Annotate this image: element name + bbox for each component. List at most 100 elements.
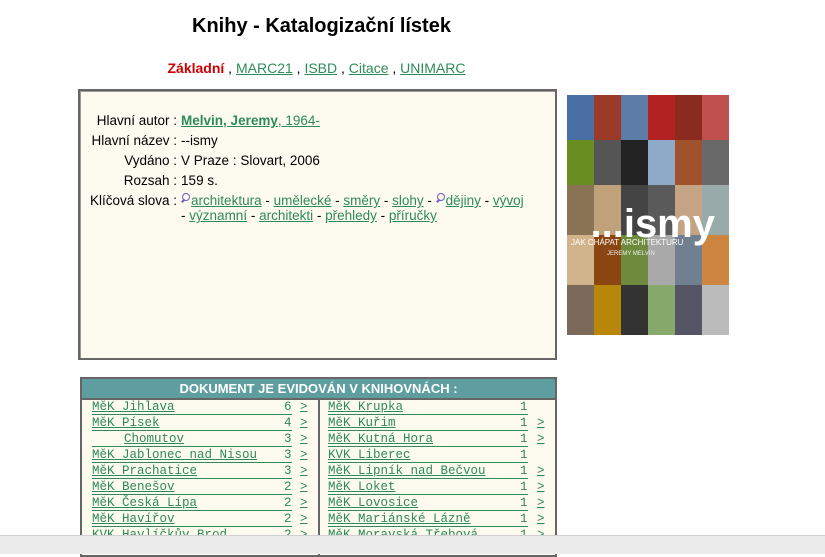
library-detail-link[interactable]: >	[300, 513, 308, 526]
library-link[interactable]: Chomutov	[92, 433, 292, 447]
library-row: MěK Havířov 2 >	[82, 512, 318, 528]
library-link[interactable]: MěK Jablonec nad Nisou	[92, 449, 292, 463]
published-label: Vydáno :	[124, 153, 178, 168]
library-row: MěK Jihlava 6 >	[82, 400, 318, 416]
library-detail-link[interactable]: >	[300, 433, 308, 446]
extent-label: Rozsah :	[123, 173, 178, 188]
library-row: MěK Jablonec nad Nisou 3 >	[82, 448, 318, 464]
copies-count: 2	[284, 512, 292, 526]
svg-text:JAK CHÁPAT ARCHITEKTURU: JAK CHÁPAT ARCHITEKTURU	[571, 238, 684, 247]
published-value: V Praze : Slovart, 2006	[181, 153, 320, 168]
copies-count: 3	[284, 432, 292, 446]
library-row: MěK Kutná Hora 1 >	[320, 432, 555, 448]
format-isbd-link[interactable]: ISBD	[304, 60, 337, 76]
copies-count: 2	[284, 480, 292, 494]
library-link[interactable]: MěK Lipník nad Bečvou	[328, 465, 528, 479]
catalog-record: Hlavní autor : Melvin, Jeremy, 1964- Hla…	[78, 89, 557, 360]
copies-count: 1	[520, 416, 528, 430]
holdings-left-column: MěK Jihlava 6 > MěK Písek 4 > Chomutov 3 > MěK…	[82, 400, 320, 555]
author-dates-link[interactable]: , 1964-	[278, 113, 320, 128]
keyword-link[interactable]: umělecké	[274, 193, 332, 208]
keyword-link[interactable]: směry	[343, 193, 380, 208]
library-link[interactable]: MěK Mariánské Lázně	[328, 513, 528, 527]
title-label: Hlavní název :	[91, 133, 178, 148]
copies-count: 2	[284, 496, 292, 510]
library-link[interactable]: MěK Kutná Hora	[328, 433, 528, 447]
library-detail-link[interactable]: >	[537, 481, 545, 494]
library-detail-link[interactable]: >	[300, 465, 308, 478]
copies-count: 1	[520, 496, 528, 510]
author-link[interactable]: Melvin, Jeremy	[181, 113, 278, 128]
format-citace-link[interactable]: Citace	[349, 60, 389, 76]
format-switcher: Základní , MARC21 , ISBD , Citace , UNIM…	[167, 60, 466, 76]
format-basic[interactable]: Základní	[168, 60, 225, 76]
svg-text:JEREMY MELVIN: JEREMY MELVIN	[607, 251, 655, 257]
search-icon[interactable]	[181, 193, 191, 203]
keyword-link[interactable]: příručky	[389, 208, 437, 223]
keyword-link[interactable]: významní	[189, 208, 247, 223]
library-link[interactable]: MěK Česká Lípa	[92, 497, 292, 511]
keyword-link[interactable]: slohy	[392, 193, 424, 208]
copies-count: 6	[284, 400, 292, 414]
library-row: MěK Česká Lípa 2 >	[82, 496, 318, 512]
copies-count: 1	[520, 448, 528, 462]
book-cover-image: ...ismy JAK CHÁPAT ARCHITEKTURU JEREMY M…	[567, 95, 729, 335]
copies-count: 3	[284, 448, 292, 462]
library-detail-link[interactable]: >	[537, 497, 545, 510]
library-detail-link[interactable]: >	[537, 417, 545, 430]
author-label: Hlavní autor :	[96, 113, 178, 128]
keyword-link[interactable]: dějiny	[446, 193, 481, 208]
library-row: MěK Písek 4 >	[82, 416, 318, 432]
holdings-right-column: MěK Krupka 1 MěK Kuřim 1 > MěK Kutná Hora 1 >…	[320, 400, 555, 544]
library-row: MěK Benešov 2 >	[82, 480, 318, 496]
library-detail-link[interactable]: >	[300, 497, 308, 510]
library-detail-link[interactable]: >	[300, 401, 308, 414]
copies-count: 4	[284, 416, 292, 430]
library-detail-link[interactable]: >	[300, 417, 308, 430]
library-link[interactable]: MěK Jihlava	[92, 401, 292, 415]
format-unimarc-link[interactable]: UNIMARC	[400, 60, 465, 76]
library-row: MěK Loket 1 >	[320, 480, 555, 496]
format-marc21-link[interactable]: MARC21	[236, 60, 293, 76]
search-icon[interactable]	[436, 193, 446, 203]
library-link[interactable]: MěK Prachatice	[92, 465, 292, 479]
library-detail-link[interactable]: >	[537, 513, 545, 526]
library-link[interactable]: MěK Krupka	[328, 401, 528, 415]
keyword-link[interactable]: architekti	[259, 208, 313, 223]
library-link[interactable]: MěK Lovosice	[328, 497, 528, 511]
keyword-link[interactable]: vývoj	[493, 193, 524, 208]
copies-count: 1	[520, 400, 528, 414]
copies-count: 1	[520, 480, 528, 494]
copies-count: 3	[284, 464, 292, 478]
library-row: MěK Kuřim 1 >	[320, 416, 555, 432]
library-row: MěK Mariánské Lázně 1 >	[320, 512, 555, 528]
extent-value: 159 s.	[181, 173, 218, 188]
library-detail-link[interactable]: >	[537, 465, 545, 478]
library-link[interactable]: MěK Písek	[92, 417, 292, 431]
holdings-panel: DOKUMENT JE EVIDOVÁN V KNIHOVNÁCH : MěK …	[80, 377, 557, 557]
library-row: MěK Krupka 1	[320, 400, 555, 416]
library-link[interactable]: MěK Loket	[328, 481, 528, 495]
library-row: Chomutov 3 >	[82, 432, 318, 448]
library-detail-link[interactable]: >	[300, 481, 308, 494]
copies-count: 1	[520, 512, 528, 526]
keywords-label: Klíčová slova :	[90, 193, 178, 208]
copies-count: 1	[520, 464, 528, 478]
library-link[interactable]: KVK Liberec	[328, 449, 528, 463]
library-row: MěK Lovosice 1 >	[320, 496, 555, 512]
library-row: KVK Liberec 1	[320, 448, 555, 464]
library-link[interactable]: MěK Kuřim	[328, 417, 528, 431]
horizontal-scrollbar[interactable]	[0, 535, 825, 554]
library-link[interactable]: MěK Benešov	[92, 481, 292, 495]
keyword-link[interactable]: přehledy	[325, 208, 377, 223]
holdings-header: DOKUMENT JE EVIDOVÁN V KNIHOVNÁCH :	[82, 379, 555, 400]
page-title: Knihy - Katalogizační lístek	[192, 15, 451, 37]
library-row: MěK Lipník nad Bečvou 1 >	[320, 464, 555, 480]
library-detail-link[interactable]: >	[537, 433, 545, 446]
library-detail-link[interactable]: >	[300, 449, 308, 462]
library-row: MěK Prachatice 3 >	[82, 464, 318, 480]
keyword-link[interactable]: architektura	[191, 193, 262, 208]
keywords-list: architektura - umělecké - směry - slohy …	[181, 193, 524, 223]
copies-count: 1	[520, 432, 528, 446]
library-link[interactable]: MěK Havířov	[92, 513, 292, 527]
